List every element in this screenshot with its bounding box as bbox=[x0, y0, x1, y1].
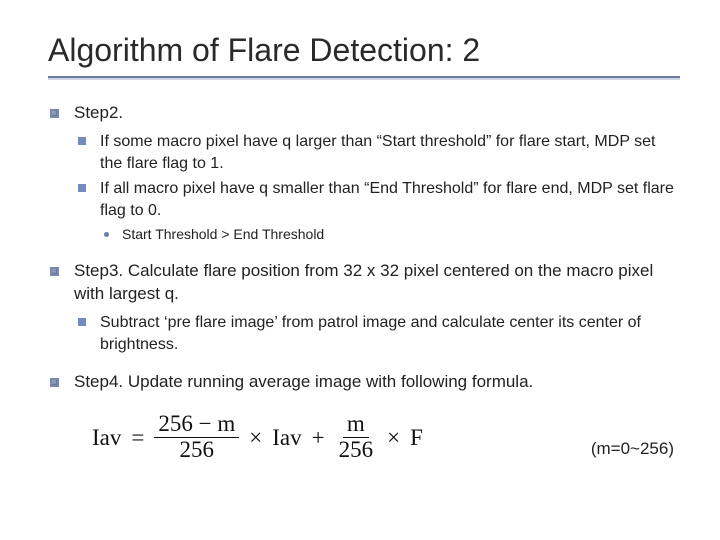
step4-item: Step4. Update running average image with… bbox=[48, 371, 680, 394]
step2-sub1: If some macro pixel have q larger than “… bbox=[74, 131, 680, 174]
step3-sub1: Subtract ‘pre flare image’ from patrol i… bbox=[74, 312, 680, 355]
slide-body: Step2. If some macro pixel have q larger… bbox=[48, 102, 680, 462]
formula-row: Iav = 256 − m 256 × Iav + m 256 × F (m=0… bbox=[92, 412, 680, 462]
times-icon: × bbox=[387, 422, 400, 453]
formula-frac2: m 256 bbox=[335, 412, 378, 462]
formula-eq: = bbox=[131, 422, 144, 453]
step-list: Step2. If some macro pixel have q larger… bbox=[48, 102, 680, 394]
step2-note-list: Start Threshold > End Threshold bbox=[100, 225, 680, 244]
formula-lhs: Iav bbox=[92, 422, 121, 453]
formula: Iav = 256 − m 256 × Iav + m 256 × F bbox=[92, 412, 423, 462]
step3-label: Step3. Calculate flare position from 32 … bbox=[74, 261, 653, 303]
step2-label: Step2. bbox=[74, 103, 123, 122]
times-icon: × bbox=[249, 422, 262, 453]
formula-mid: Iav bbox=[272, 422, 301, 453]
step2-note: Start Threshold > End Threshold bbox=[100, 225, 680, 244]
formula-rhs: F bbox=[410, 422, 423, 453]
dot-bullet-icon bbox=[104, 232, 109, 237]
square-bullet-icon bbox=[50, 378, 59, 387]
title-underline bbox=[48, 76, 680, 80]
m-note: (m=0~256) bbox=[591, 438, 674, 463]
formula-frac1-den: 256 bbox=[176, 438, 219, 462]
step2-sub2-text: If all macro pixel have q smaller than “… bbox=[100, 180, 674, 219]
step2-note-text: Start Threshold > End Threshold bbox=[122, 226, 324, 242]
step2-item: Step2. If some macro pixel have q larger… bbox=[48, 102, 680, 244]
step4-label: Step4. Update running average image with… bbox=[74, 372, 533, 391]
square-bullet-icon bbox=[50, 267, 59, 276]
formula-frac2-den: 256 bbox=[335, 438, 378, 462]
step2-sublist: If some macro pixel have q larger than “… bbox=[74, 131, 680, 244]
square-bullet-icon bbox=[78, 318, 86, 326]
square-bullet-icon bbox=[78, 137, 86, 145]
formula-frac1: 256 − m 256 bbox=[154, 412, 239, 462]
step3-sub1-text: Subtract ‘pre flare image’ from patrol i… bbox=[100, 314, 641, 353]
formula-frac1-num: 256 − m bbox=[154, 412, 239, 438]
step3-item: Step3. Calculate flare position from 32 … bbox=[48, 260, 680, 355]
square-bullet-icon bbox=[78, 184, 86, 192]
step3-sublist: Subtract ‘pre flare image’ from patrol i… bbox=[74, 312, 680, 355]
slide-title: Algorithm of Flare Detection: 2 bbox=[48, 30, 680, 80]
title-text: Algorithm of Flare Detection: 2 bbox=[48, 32, 480, 68]
slide: Algorithm of Flare Detection: 2 Step2. I… bbox=[0, 0, 720, 540]
step2-sub1-text: If some macro pixel have q larger than “… bbox=[100, 133, 655, 172]
formula-frac2-num: m bbox=[343, 412, 369, 438]
square-bullet-icon bbox=[50, 109, 59, 118]
formula-plus: + bbox=[312, 422, 325, 453]
step2-sub2: If all macro pixel have q smaller than “… bbox=[74, 178, 680, 244]
